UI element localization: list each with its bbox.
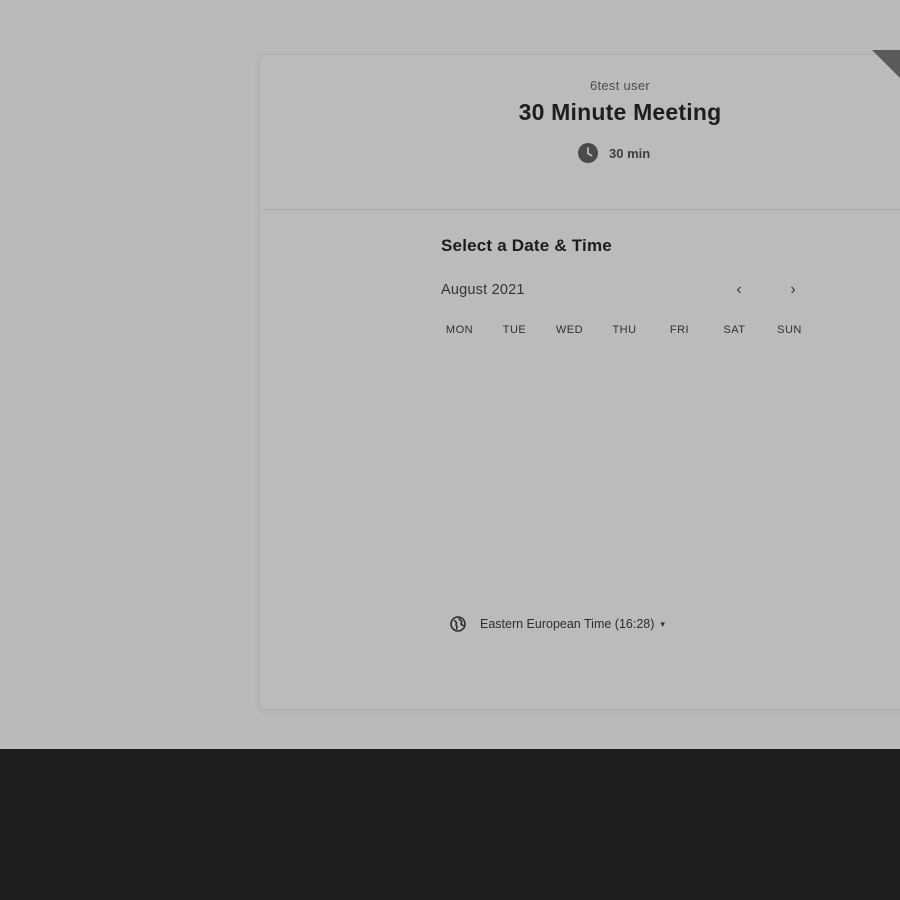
event-details-header: 6test user 30 Minute Meeting 30 min (260, 55, 900, 210)
timezone-label: Eastern European Time (16:28) (480, 617, 655, 631)
caret-down-icon: ▾ (660, 618, 665, 629)
weekday-mon: MON (445, 324, 474, 336)
weekday-fri: FRI (669, 324, 690, 336)
clock-icon (578, 143, 598, 163)
host-name: 6test user (589, 78, 651, 93)
month-label: August 2021 (441, 282, 525, 298)
weekday-header: MON TUE WED THU FRI SAT SUN (432, 324, 817, 336)
duration-label: 30 min (609, 145, 651, 161)
scheduling-card: 6test user 30 Minute Meeting 30 min Sele… (259, 54, 900, 710)
section-title: Select a Date & Time (441, 236, 612, 255)
footer-bar (0, 749, 900, 900)
next-month-button[interactable]: › (782, 279, 804, 301)
weekday-sun: SUN (777, 324, 802, 336)
weekday-tue: TUE (502, 324, 527, 336)
previous-month-button[interactable]: ‹ (728, 279, 750, 301)
corner-ribbon (872, 50, 900, 90)
event-duration: 30 min (578, 143, 650, 163)
event-title: 30 Minute Meeting (518, 99, 722, 125)
globe-icon (450, 616, 466, 632)
page: 6test user 30 Minute Meeting 30 min Sele… (0, 0, 900, 900)
weekday-sat: SAT (723, 324, 746, 336)
weekday-thu: THU (612, 324, 637, 336)
timezone-selector[interactable]: Eastern European Time (16:28) ▾ (450, 615, 665, 633)
weekday-wed: WED (555, 324, 584, 336)
